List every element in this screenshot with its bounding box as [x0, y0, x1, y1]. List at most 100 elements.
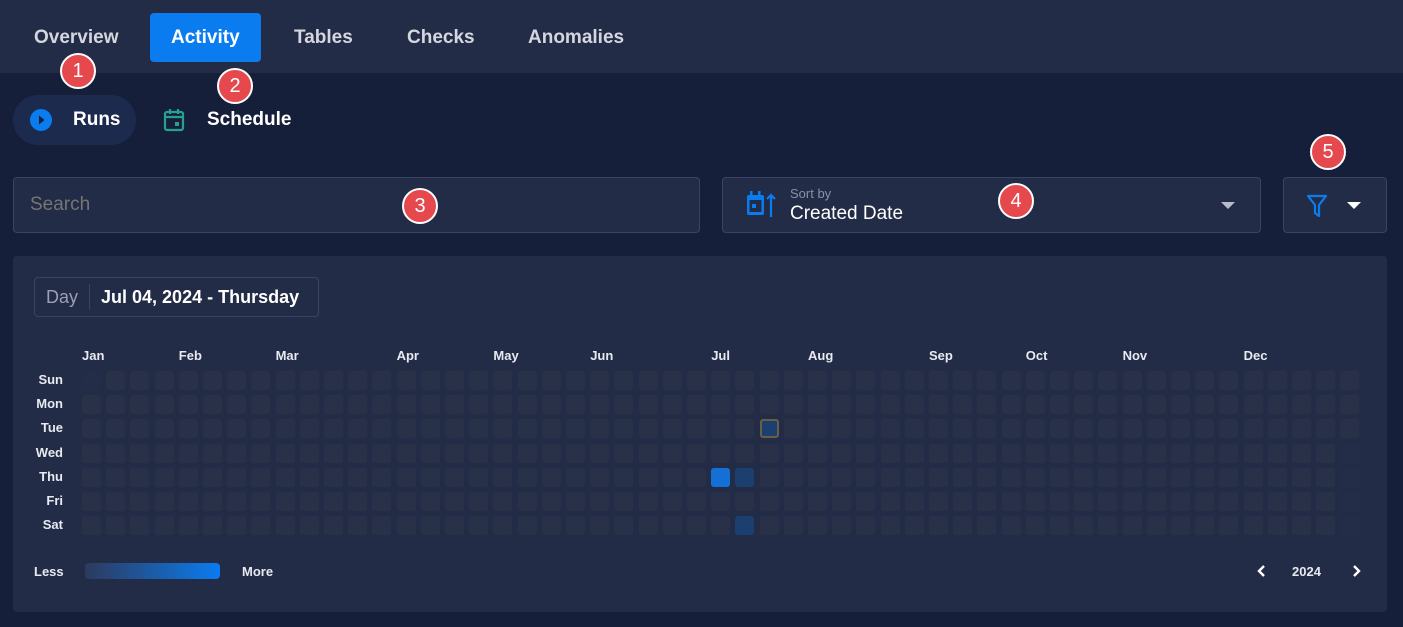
heatmap-day-cell[interactable]	[178, 419, 198, 439]
heatmap-day-cell[interactable]	[541, 395, 561, 415]
heatmap-day-cell[interactable]	[445, 516, 464, 536]
heatmap-day-cell[interactable]	[178, 371, 198, 390]
heatmap-day-cell[interactable]	[396, 419, 416, 439]
heatmap-day-cell[interactable]	[203, 516, 222, 536]
heatmap-day-cell[interactable]	[904, 492, 924, 511]
heatmap-day-cell[interactable]	[1025, 516, 1045, 536]
heatmap-day-cell[interactable]	[517, 516, 537, 536]
heatmap-day-cell[interactable]	[1122, 492, 1142, 511]
heatmap-day-cell[interactable]	[808, 467, 827, 487]
heatmap-day-cell[interactable]	[977, 492, 997, 511]
heatmap-day-cell[interactable]	[1146, 419, 1166, 439]
heatmap-day-cell[interactable]	[590, 467, 610, 487]
heatmap-day-cell[interactable]	[178, 395, 198, 415]
heatmap-day-cell[interactable]	[348, 371, 368, 390]
heatmap-day-cell[interactable]	[977, 419, 997, 439]
heatmap-day-cell[interactable]	[1243, 443, 1263, 463]
heatmap-day-cell[interactable]	[953, 443, 973, 463]
heatmap-day-cell[interactable]	[1098, 467, 1118, 487]
heatmap-day-cell[interactable]	[1074, 419, 1094, 439]
heatmap-day-cell[interactable]	[275, 395, 295, 415]
heatmap-day-cell[interactable]	[1001, 371, 1021, 390]
heatmap-day-cell[interactable]	[106, 516, 126, 536]
heatmap-day-cell[interactable]	[1195, 492, 1215, 511]
heatmap-day-cell[interactable]	[348, 467, 368, 487]
heatmap-day-cell[interactable]	[1219, 443, 1239, 463]
heatmap-day-cell[interactable]	[856, 395, 876, 415]
heatmap-day-cell[interactable]	[735, 492, 755, 511]
heatmap-day-cell[interactable]	[227, 492, 247, 511]
heatmap-day-cell[interactable]	[566, 492, 585, 511]
heatmap-day-cell[interactable]	[687, 516, 706, 536]
heatmap-day-cell[interactable]	[203, 492, 222, 511]
heatmap-day-cell[interactable]	[1146, 395, 1166, 415]
heatmap-day-cell[interactable]	[808, 516, 827, 536]
heatmap-day-cell[interactable]	[420, 395, 440, 415]
heatmap-day-cell[interactable]	[106, 395, 126, 415]
heatmap-day-cell[interactable]	[783, 467, 803, 487]
heatmap-day-cell[interactable]	[396, 443, 416, 463]
heatmap-day-cell[interactable]	[251, 492, 271, 511]
heatmap-day-cell[interactable]	[953, 516, 973, 536]
heatmap-day-cell[interactable]	[1340, 395, 1360, 415]
heatmap-day-cell[interactable]	[420, 492, 440, 511]
heatmap-day-cell[interactable]	[1340, 371, 1360, 390]
heatmap-day-cell[interactable]	[82, 443, 101, 463]
heatmap-day-cell[interactable]	[929, 419, 948, 439]
heatmap-day-cell[interactable]	[832, 395, 852, 415]
heatmap-day-cell[interactable]	[977, 443, 997, 463]
heatmap-day-cell[interactable]	[348, 395, 368, 415]
chevron-left-icon[interactable]	[1256, 564, 1268, 578]
heatmap-day-cell[interactable]	[396, 492, 416, 511]
heatmap-day-cell[interactable]	[614, 419, 634, 439]
heatmap-day-cell[interactable]	[372, 395, 392, 415]
sort-select[interactable]: Sort by Created Date	[722, 177, 1261, 233]
heatmap-day-cell[interactable]	[856, 516, 876, 536]
heatmap-day-cell[interactable]	[1219, 371, 1239, 390]
heatmap-day-cell[interactable]	[735, 395, 755, 415]
heatmap-day-cell[interactable]	[856, 467, 876, 487]
heatmap-day-cell[interactable]	[1171, 492, 1190, 511]
heatmap-day-cell[interactable]	[1316, 492, 1336, 511]
heatmap-day-cell[interactable]	[614, 443, 634, 463]
heatmap-day-cell[interactable]	[638, 492, 658, 511]
heatmap-day-cell[interactable]	[880, 492, 900, 511]
heatmap-day-cell[interactable]	[324, 419, 343, 439]
heatmap-day-cell[interactable]	[1340, 419, 1360, 439]
heatmap-day-cell[interactable]	[1050, 467, 1069, 487]
heatmap-day-cell[interactable]	[517, 371, 537, 390]
heatmap-day-cell[interactable]	[880, 371, 900, 390]
heatmap-day-cell[interactable]	[977, 467, 997, 487]
heatmap-day-cell[interactable]	[1025, 395, 1045, 415]
heatmap-day-cell[interactable]	[445, 443, 464, 463]
heatmap-day-cell[interactable]	[735, 516, 755, 536]
heatmap-day-cell[interactable]	[130, 443, 150, 463]
heatmap-day-cell[interactable]	[759, 419, 779, 439]
heatmap-day-cell[interactable]	[517, 395, 537, 415]
heatmap-day-cell[interactable]	[638, 371, 658, 390]
heatmap-day-cell[interactable]	[1267, 467, 1287, 487]
heatmap-day-cell[interactable]	[662, 492, 682, 511]
chevron-right-icon[interactable]	[1350, 564, 1362, 578]
heatmap-day-cell[interactable]	[1146, 443, 1166, 463]
heatmap-day-cell[interactable]	[154, 516, 174, 536]
heatmap-day-cell[interactable]	[614, 492, 634, 511]
heatmap-day-cell[interactable]	[130, 395, 150, 415]
heatmap-day-cell[interactable]	[1267, 395, 1287, 415]
heatmap-day-cell[interactable]	[299, 467, 319, 487]
heatmap-day-cell[interactable]	[1025, 419, 1045, 439]
heatmap-day-cell[interactable]	[929, 516, 948, 536]
heatmap-day-cell[interactable]	[1195, 419, 1215, 439]
heatmap-day-cell[interactable]	[1219, 395, 1239, 415]
heatmap-day-cell[interactable]	[493, 467, 513, 487]
heatmap-day-cell[interactable]	[1122, 467, 1142, 487]
heatmap-day-cell[interactable]	[566, 419, 585, 439]
heatmap-day-cell[interactable]	[1219, 467, 1239, 487]
heatmap-day-cell[interactable]	[1001, 467, 1021, 487]
heatmap-day-cell[interactable]	[1122, 395, 1142, 415]
heatmap-day-cell[interactable]	[1292, 443, 1311, 463]
heatmap-day-cell[interactable]	[662, 467, 682, 487]
heatmap-day-cell[interactable]	[832, 516, 852, 536]
heatmap-day-cell[interactable]	[953, 371, 973, 390]
heatmap-day-cell[interactable]	[808, 371, 827, 390]
